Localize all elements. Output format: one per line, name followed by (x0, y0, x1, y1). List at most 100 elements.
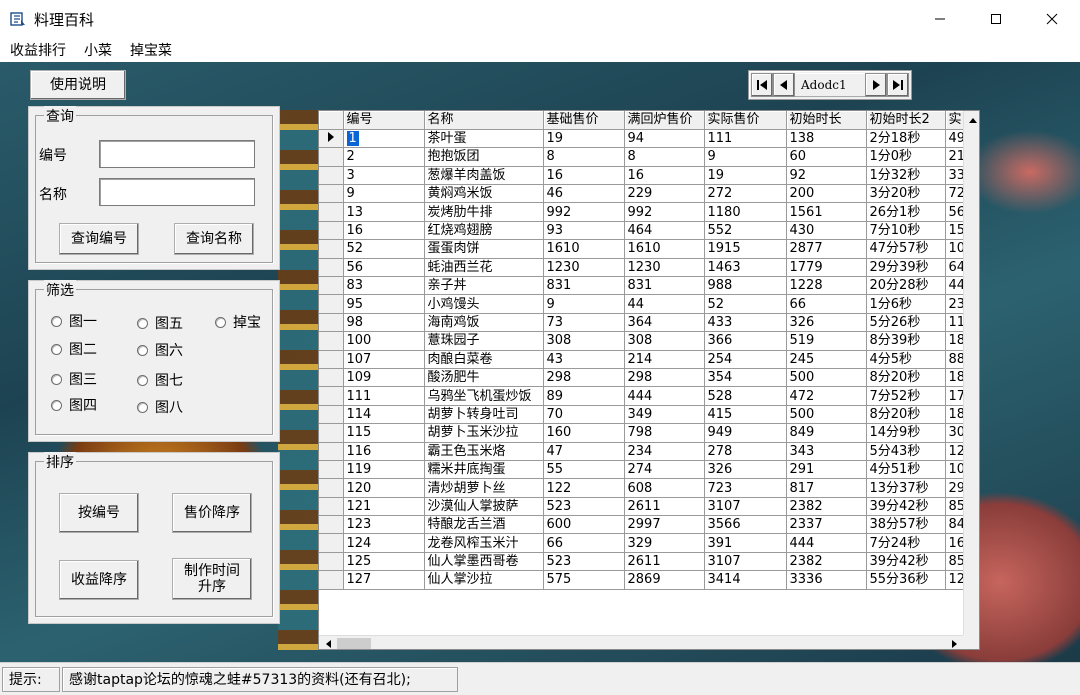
grid-cell[interactable]: 254 (704, 350, 787, 369)
grid-cell[interactable]: 528 (704, 386, 787, 406)
grid-cell[interactable]: 沙漠仙人掌披萨 (424, 497, 544, 517)
grid-cell[interactable]: 黄焖鸡米饭 (424, 184, 544, 204)
table-row[interactable]: 95小鸡馒头94452661分6秒23 (319, 294, 963, 314)
grid-cell[interactable]: 胡萝卜转身吐司 (424, 405, 544, 425)
grid-cell[interactable]: 16 (543, 166, 625, 186)
sort-price-desc-button[interactable]: 售价降序 (172, 493, 252, 533)
grid-cell[interactable]: 1228 (786, 276, 867, 296)
grid-cell[interactable]: 霸王色玉米烙 (424, 442, 544, 461)
grid-cell[interactable]: 18 (945, 331, 963, 351)
grid-cell[interactable]: 115 (343, 423, 425, 443)
next-record-button[interactable] (865, 73, 887, 97)
grid-cell[interactable]: 43 (543, 350, 625, 369)
grid-cell[interactable]: 1分6秒 (866, 294, 946, 314)
table-row[interactable]: 121沙漠仙人掌披萨52326113107238239分42秒85 (319, 497, 963, 517)
grid-cell[interactable]: 500 (786, 405, 867, 425)
grid-cell[interactable]: 18 (945, 368, 963, 388)
grid-cell[interactable]: 1610 (543, 239, 625, 259)
grid-cell[interactable]: 3 (343, 166, 425, 186)
grid-cell[interactable]: 234 (624, 442, 705, 461)
grid-cell[interactable]: 16 (624, 166, 705, 186)
table-row[interactable]: 100薏珠园子3083083665198分39秒18 (319, 331, 963, 351)
vertical-scrollbar[interactable] (963, 111, 979, 635)
grid-cell[interactable]: 56 (343, 258, 425, 278)
table-row[interactable]: 16红烧鸡翅膀934645524307分10秒15 (319, 221, 963, 241)
grid-cell[interactable]: 95 (343, 294, 425, 314)
row-selector[interactable] (319, 386, 344, 406)
grid-cell[interactable]: 17 (945, 386, 963, 406)
row-selector[interactable] (319, 570, 344, 590)
grid-cell[interactable]: 39分42秒 (866, 497, 946, 517)
filter-radio-fig5[interactable]: 图五 (137, 313, 183, 333)
grid-cell[interactable]: 5分43秒 (866, 442, 946, 461)
row-selector[interactable] (319, 258, 344, 278)
grid-cell[interactable]: 8分39秒 (866, 331, 946, 351)
grid-cell[interactable]: 52 (343, 239, 425, 259)
grid-cell[interactable]: 308 (624, 331, 705, 351)
grid-cell[interactable]: 10 (945, 239, 963, 259)
grid-cell[interactable]: 60 (786, 147, 867, 167)
grid-cell[interactable]: 2869 (624, 570, 705, 590)
grid-cell[interactable]: 123 (343, 515, 425, 535)
grid-cell[interactable]: 1180 (704, 202, 787, 222)
grid-cell[interactable]: 12 (945, 442, 963, 461)
query-name-button[interactable]: 查询名称 (174, 223, 254, 255)
grid-cell[interactable]: 3414 (704, 570, 787, 590)
grid-cell[interactable]: 116 (343, 442, 425, 461)
grid-cell[interactable]: 19 (543, 129, 625, 149)
grid-cell[interactable]: 56 (945, 202, 963, 222)
row-selector[interactable] (319, 405, 344, 425)
grid-cell[interactable]: 酸汤肥牛 (424, 368, 544, 388)
grid-cell[interactable]: 蛋蛋肉饼 (424, 239, 544, 259)
scroll-up-button[interactable] (964, 111, 979, 128)
grid-cell[interactable]: 3336 (786, 570, 867, 590)
grid-cell[interactable]: 523 (543, 552, 625, 572)
table-row[interactable]: 2抱抱饭团889601分0秒21 (319, 147, 963, 167)
grid-cell[interactable]: 366 (704, 331, 787, 351)
row-selector[interactable] (319, 533, 344, 553)
grid-cell[interactable]: 清炒胡萝卜丝 (424, 478, 544, 498)
grid-cell[interactable]: 92 (786, 166, 867, 186)
grid-cell[interactable]: 7分10秒 (866, 221, 946, 241)
grid-cell[interactable]: 8分20秒 (866, 368, 946, 388)
row-selector[interactable] (319, 239, 344, 259)
grid-cell[interactable]: 2分18秒 (866, 129, 946, 149)
menu-profit-ranking[interactable]: 收益排行 (10, 40, 66, 60)
table-row[interactable]: 114胡萝卜转身吐司703494155008分20秒18 (319, 405, 963, 425)
table-row[interactable]: 120清炒胡萝卜丝12260872381713分37秒29 (319, 478, 963, 498)
grid-cell[interactable]: 291 (786, 460, 867, 480)
grid-cell[interactable]: 亲子丼 (424, 276, 544, 296)
grid-cell[interactable]: 8 (543, 147, 625, 167)
grid-cell[interactable]: 胡萝卜玉米沙拉 (424, 423, 544, 443)
grid-cell[interactable]: 23 (945, 294, 963, 314)
grid-cell[interactable]: 44 (624, 294, 705, 314)
grid-cell[interactable]: 2382 (786, 552, 867, 572)
grid-cell[interactable]: 85 (945, 552, 963, 572)
grid-cell[interactable]: 炭烤肋牛排 (424, 202, 544, 222)
grid-cell[interactable]: 114 (343, 405, 425, 425)
grid-cell[interactable]: 988 (704, 276, 787, 296)
grid-cell[interactable]: 19 (704, 166, 787, 186)
grid-cell[interactable]: 15 (945, 221, 963, 241)
row-selector[interactable] (319, 442, 344, 461)
grid-cell[interactable]: 107 (343, 350, 425, 369)
grid-cell[interactable]: 608 (624, 478, 705, 498)
grid-cell[interactable]: 2382 (786, 497, 867, 517)
grid-column-header[interactable]: 初始时长 (786, 111, 867, 130)
grid-cell[interactable]: 52 (704, 294, 787, 314)
grid-cell[interactable]: 119 (343, 460, 425, 480)
grid-cell[interactable]: 4分51秒 (866, 460, 946, 480)
row-selector[interactable] (319, 221, 344, 241)
data-grid[interactable]: 编号 名称 基础售价 满回炉售价 实际售价 初始时长 初始时长2 实 1 茶叶蛋 19 94 111 1… (318, 110, 980, 650)
grid-cell[interactable]: 1 (343, 129, 425, 149)
grid-cell[interactable]: 272 (704, 184, 787, 204)
filter-radio-drop[interactable]: 掉宝 (215, 312, 261, 332)
table-row[interactable]: 3葱爆羊肉盖饭161619921分32秒33 (319, 166, 963, 186)
grid-cell[interactable]: 薏珠园子 (424, 331, 544, 351)
table-row[interactable]: 111乌鸦坐飞机蛋炒饭894445284727分52秒17 (319, 386, 963, 406)
grid-cell[interactable]: 349 (624, 405, 705, 425)
grid-cell[interactable]: 949 (704, 423, 787, 443)
table-row[interactable]: 98海南鸡饭733644333265分26秒11 (319, 313, 963, 333)
grid-cell[interactable]: 1610 (624, 239, 705, 259)
grid-cell[interactable]: 444 (624, 386, 705, 406)
